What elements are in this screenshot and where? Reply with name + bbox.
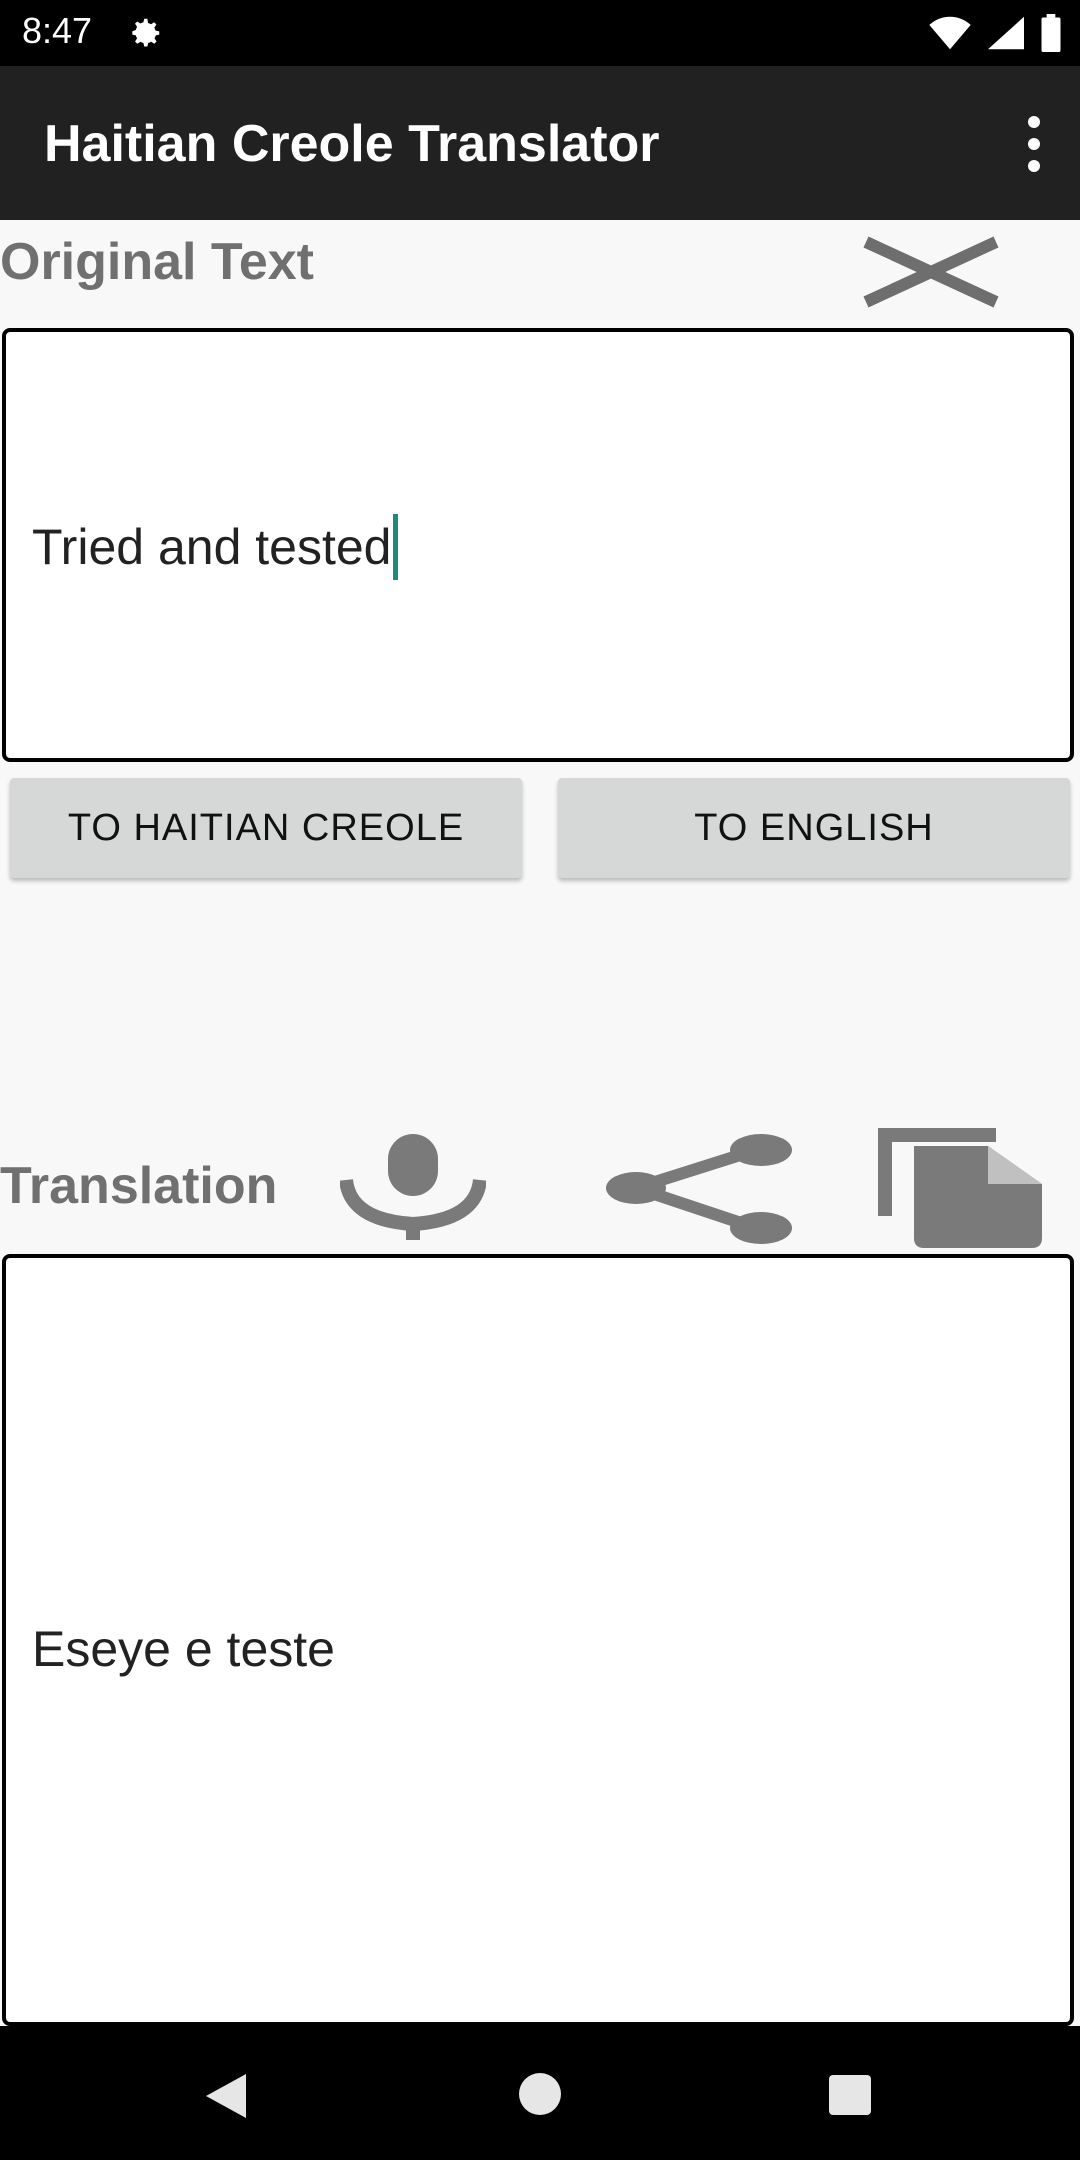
original-text-value[interactable]: Tried and tested bbox=[32, 513, 399, 580]
back-icon[interactable] bbox=[204, 2072, 248, 2120]
copy-icon[interactable] bbox=[878, 1128, 1042, 1250]
close-icon[interactable] bbox=[858, 236, 1004, 308]
status-icons bbox=[928, 12, 1062, 54]
wifi-icon bbox=[929, 16, 971, 50]
to-english-button[interactable]: TO ENGLISH bbox=[558, 778, 1070, 878]
app-title: Haitian Creole Translator bbox=[44, 115, 660, 173]
overflow-menu-icon[interactable] bbox=[1024, 116, 1044, 174]
original-text-label: Original Text bbox=[0, 233, 314, 291]
to-haitian-creole-button[interactable]: TO HAITIAN CREOLE bbox=[10, 778, 522, 878]
home-icon[interactable] bbox=[518, 2072, 562, 2116]
recents-icon[interactable] bbox=[828, 2074, 872, 2116]
gear-icon bbox=[132, 18, 160, 47]
microphone-icon[interactable] bbox=[340, 1130, 486, 1242]
text-cursor bbox=[393, 513, 399, 580]
translation-label: Translation bbox=[0, 1157, 278, 1215]
translation-value: Eseye e teste bbox=[32, 1621, 335, 1677]
original-text-input[interactable]: Tried and tested bbox=[2, 328, 1074, 762]
status-time: 8:47 bbox=[22, 10, 93, 51]
navigation-bar bbox=[0, 2026, 1080, 2160]
status-bar: 8:47 bbox=[0, 0, 1080, 66]
signal-icon bbox=[988, 16, 1024, 50]
translation-output[interactable]: Eseye e teste bbox=[2, 1254, 1074, 2026]
share-icon[interactable] bbox=[606, 1132, 792, 1244]
battery-icon bbox=[1041, 14, 1061, 52]
app-bar: Haitian Creole Translator bbox=[0, 66, 1080, 220]
